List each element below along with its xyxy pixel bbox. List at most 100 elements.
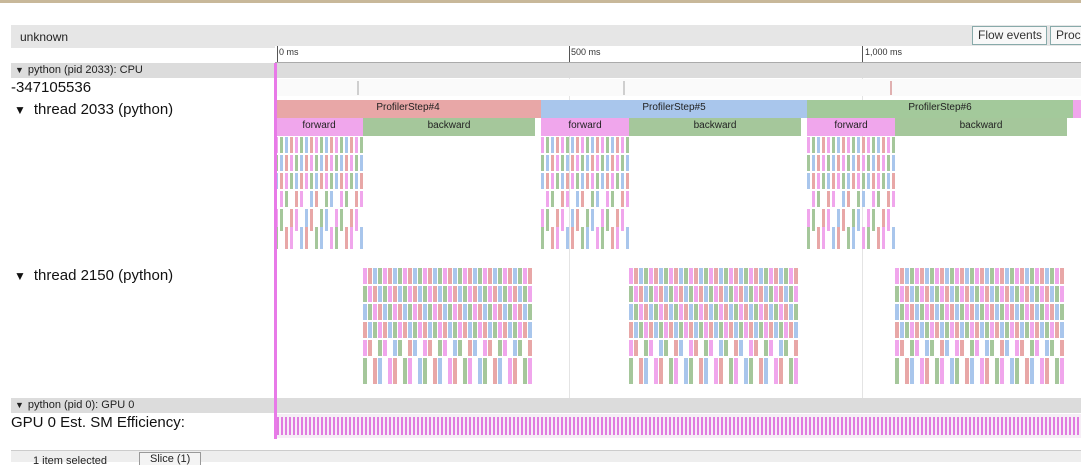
trace-slice[interactable] <box>887 155 890 171</box>
trace-slice[interactable] <box>378 340 382 356</box>
trace-slice[interactable] <box>340 137 343 153</box>
trace-slice[interactable] <box>596 155 599 171</box>
trace-slice[interactable] <box>468 286 472 302</box>
trace-slice[interactable] <box>980 322 984 338</box>
trace-slice[interactable] <box>857 155 860 171</box>
trace-slice[interactable] <box>719 358 723 384</box>
trace-slice[interactable] <box>528 268 532 284</box>
trace-slice[interactable] <box>689 304 693 320</box>
trace-slice[interactable] <box>945 268 949 284</box>
trace-slice[interactable] <box>842 173 845 189</box>
trace-slice[interactable] <box>892 227 895 249</box>
trace-slice[interactable] <box>1040 322 1044 338</box>
trace-slice[interactable] <box>759 358 763 384</box>
trace-slice[interactable] <box>910 358 914 384</box>
trace-slice[interactable] <box>1040 304 1044 320</box>
trace-slice[interactable] <box>541 227 544 249</box>
trace-slice[interactable] <box>774 322 778 338</box>
trace-slice[interactable] <box>463 358 467 384</box>
trace-slice[interactable] <box>975 304 979 320</box>
trace-slice[interactable] <box>744 358 748 384</box>
trace-slice[interactable] <box>335 173 338 189</box>
trace-slice[interactable] <box>1040 358 1044 384</box>
trace-slice[interactable] <box>315 173 318 189</box>
trace-slice[interactable] <box>398 322 402 338</box>
trace-slice[interactable] <box>330 191 333 207</box>
trace-slice[interactable] <box>290 227 293 249</box>
trace-slice[interactable] <box>513 322 517 338</box>
trace-slice[interactable] <box>280 191 283 207</box>
trace-slice[interactable] <box>473 322 477 338</box>
trace-slice[interactable] <box>340 209 343 231</box>
trace-slice[interactable] <box>995 358 999 384</box>
trace-slice[interactable] <box>789 268 793 284</box>
trace-slice[interactable] <box>639 286 643 302</box>
trace-slice[interactable] <box>478 268 482 284</box>
trace-slice[interactable] <box>739 340 743 356</box>
trace-slice[interactable] <box>749 340 753 356</box>
trace-slice[interactable] <box>310 173 313 189</box>
trace-slice[interactable] <box>1005 340 1009 356</box>
trace-slice[interactable] <box>305 155 308 171</box>
trace-slice[interactable] <box>418 358 422 384</box>
trace-slice[interactable] <box>523 322 527 338</box>
time-ruler[interactable]: 0 ms 500 ms 1,000 ms <box>275 46 1081 63</box>
trace-slice[interactable] <box>930 268 934 284</box>
trace-slice[interactable] <box>320 155 323 171</box>
trace-slice[interactable] <box>684 286 688 302</box>
trace-slice[interactable] <box>827 209 830 231</box>
trace-slice[interactable] <box>699 322 703 338</box>
trace-slice[interactable] <box>378 322 382 338</box>
trace-slice[interactable] <box>320 227 323 249</box>
trace-slice[interactable] <box>709 268 713 284</box>
trace-slice[interactable] <box>408 322 412 338</box>
trace-slice[interactable] <box>724 268 728 284</box>
trace-slice[interactable] <box>734 340 738 356</box>
trace-slice[interactable] <box>285 191 288 207</box>
trace-slice[interactable] <box>305 227 308 249</box>
trace-slice[interactable] <box>734 358 738 384</box>
trace-slice[interactable] <box>724 322 728 338</box>
trace-slice[interactable] <box>990 340 994 356</box>
trace-slice[interactable] <box>576 137 579 153</box>
trace-slice[interactable] <box>433 268 437 284</box>
trace-slice[interactable] <box>832 155 835 171</box>
trace-slice[interactable] <box>523 304 527 320</box>
trace-slice[interactable] <box>315 155 318 171</box>
trace-slice[interactable] <box>300 191 303 207</box>
trace-slice[interactable] <box>832 227 835 249</box>
trace-slice[interactable] <box>551 191 554 207</box>
trace-slice[interactable] <box>714 322 718 338</box>
trace-slice[interactable] <box>895 304 899 320</box>
trace-slice[interactable] <box>920 358 924 384</box>
trace-slice[interactable] <box>950 286 954 302</box>
trace-slice[interactable] <box>626 155 629 171</box>
trace-slice[interactable] <box>644 358 648 384</box>
trace-slice[interactable] <box>448 268 452 284</box>
trace-slice[interactable] <box>1025 322 1029 338</box>
trace-slice[interactable] <box>473 340 477 356</box>
trace-slice[interactable] <box>383 340 387 356</box>
trace-slice[interactable] <box>669 268 673 284</box>
trace-slice[interactable] <box>649 322 653 338</box>
trace-slice[interactable] <box>877 155 880 171</box>
trace-slice[interactable] <box>955 304 959 320</box>
trace-slice[interactable] <box>817 137 820 153</box>
collapse-triangle-icon[interactable]: ▼ <box>14 103 26 117</box>
trace-slice[interactable] <box>644 286 648 302</box>
trace-slice[interactable] <box>423 268 427 284</box>
trace-slice[interactable] <box>305 137 308 153</box>
trace-slice[interactable] <box>764 268 768 284</box>
trace-slice[interactable] <box>837 155 840 171</box>
trace-slice[interactable] <box>285 173 288 189</box>
trace-slice[interactable] <box>423 340 427 356</box>
trace-slice[interactable] <box>418 268 422 284</box>
trace-slice[interactable] <box>905 358 909 384</box>
trace-slice[interactable] <box>729 304 733 320</box>
trace-slice[interactable] <box>368 268 372 284</box>
trace-slice[interactable] <box>1060 322 1064 338</box>
trace-slice[interactable] <box>280 155 283 171</box>
trace-slice[interactable] <box>320 173 323 189</box>
trace-slice[interactable] <box>769 268 773 284</box>
trace-slice[interactable] <box>508 358 512 384</box>
